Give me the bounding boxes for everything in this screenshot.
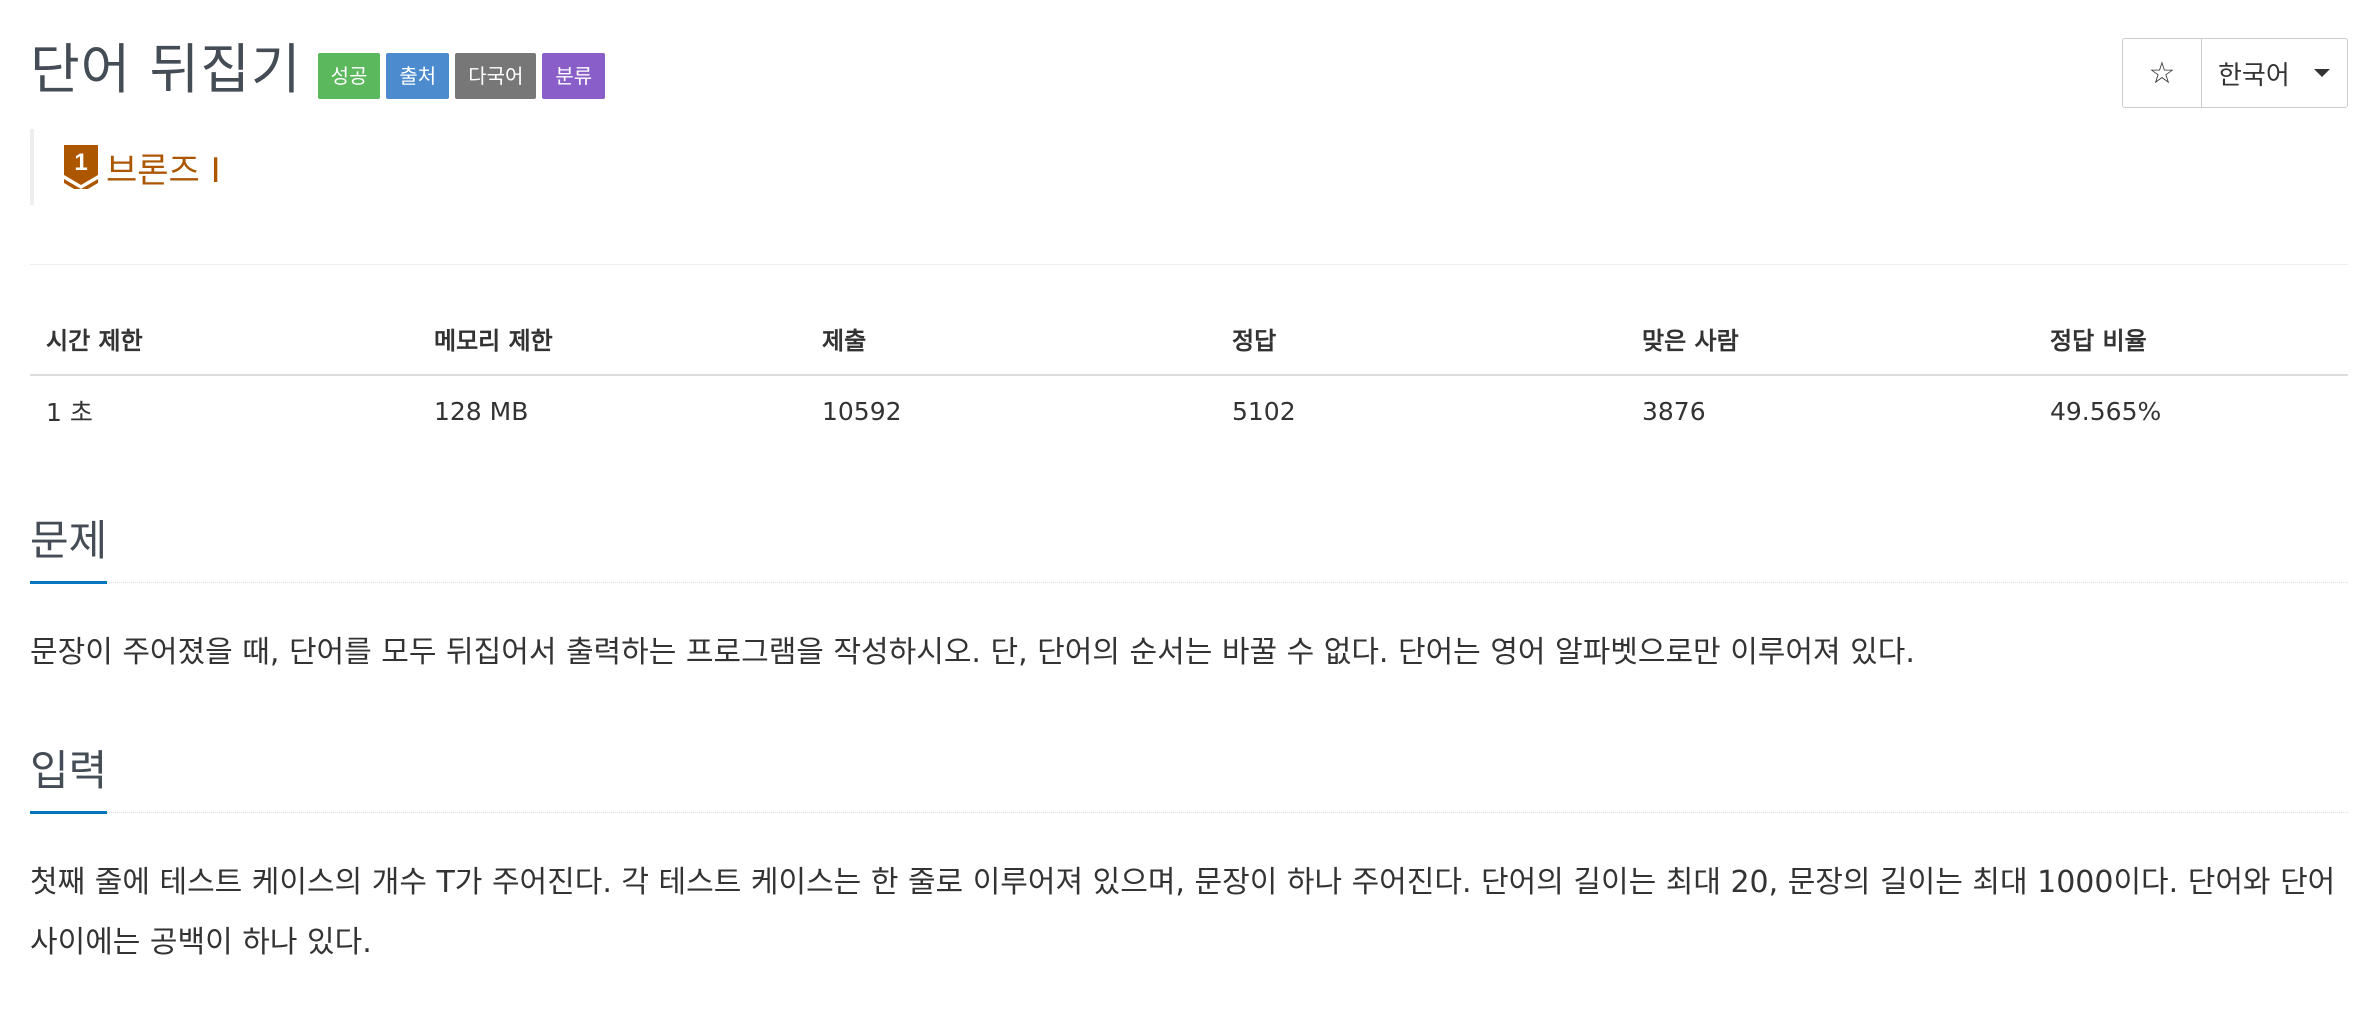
label-source[interactable]: 출처	[386, 53, 450, 99]
star-button[interactable]: ☆	[2123, 39, 2202, 107]
tier-badge: 1 브론즈 I	[30, 129, 221, 205]
label-multilingual[interactable]: 다국어	[455, 53, 537, 99]
header-accepted: 정답	[1216, 302, 1626, 376]
label-success[interactable]: 성공	[317, 53, 381, 99]
value-time-limit: 1 초	[46, 398, 93, 427]
problem-header: 단어 뒤집기 성공 출처 다국어 분류	[30, 34, 606, 106]
description-title: 문제	[30, 511, 108, 584]
input-body: 첫째 줄에 테스트 케이스의 개수 T가 주어진다. 각 테스트 케이스는 한 …	[30, 865, 2336, 960]
value-accepted[interactable]: 5102	[1216, 375, 1626, 446]
description-body: 문장이 주어졌을 때, 단어를 모두 뒤집어서 출력하는 프로그램을 작성하시오…	[30, 635, 1915, 670]
value-memory-limit: 128 MB	[434, 396, 529, 426]
tier-icon: 1	[64, 145, 98, 189]
input-header: 입력	[30, 736, 2348, 814]
star-icon: ☆	[2148, 55, 2176, 91]
value-solved-users[interactable]: 3876	[1626, 375, 2034, 446]
header-divider	[30, 264, 2348, 265]
header-memory-limit: 메모리 제한	[418, 302, 806, 376]
info-header-row: 시간 제한 메모리 제한 제출 정답 맞은 사람 정답 비율	[30, 302, 2348, 376]
input-title: 입력	[30, 741, 108, 814]
input-section: 입력 첫째 줄에 테스트 케이스의 개수 T가 주어진다. 각 테스트 케이스는…	[30, 736, 2348, 973]
info-value-row: 1 초 128 MB 10592 5102 3876 49.565%	[30, 375, 2348, 446]
header-time-limit: 시간 제한	[30, 302, 418, 376]
value-submissions[interactable]: 10592	[806, 375, 1216, 446]
description-header: 문제	[30, 506, 2348, 584]
header-solved-users: 맞은 사람	[1626, 302, 2034, 376]
description-section: 문제 문장이 주어졌을 때, 단어를 모두 뒤집어서 출력하는 프로그램을 작성…	[30, 506, 2348, 683]
header-submissions: 제출	[806, 302, 1216, 376]
problem-info-table: 시간 제한 메모리 제한 제출 정답 맞은 사람 정답 비율 1 초 128 M…	[30, 302, 2348, 446]
problem-title: 단어 뒤집기	[30, 38, 302, 101]
value-accept-ratio: 49.565%	[2050, 396, 2162, 426]
header-accept-ratio: 정답 비율	[2034, 302, 2348, 376]
problem-page: 단어 뒤집기 성공 출처 다국어 분류 ☆ 한국어 1 브론즈 I 시간 제한 …	[30, 0, 2348, 1030]
caret-down-icon	[2313, 69, 2330, 77]
tier-level: 1	[74, 149, 87, 176]
problem-actions: ☆ 한국어	[2122, 38, 2348, 108]
label-category[interactable]: 분류	[542, 53, 606, 99]
language-dropdown[interactable]: 한국어	[2202, 39, 2347, 107]
language-label: 한국어	[2218, 60, 2290, 91]
tier-name[interactable]: 브론즈 I	[106, 143, 221, 192]
